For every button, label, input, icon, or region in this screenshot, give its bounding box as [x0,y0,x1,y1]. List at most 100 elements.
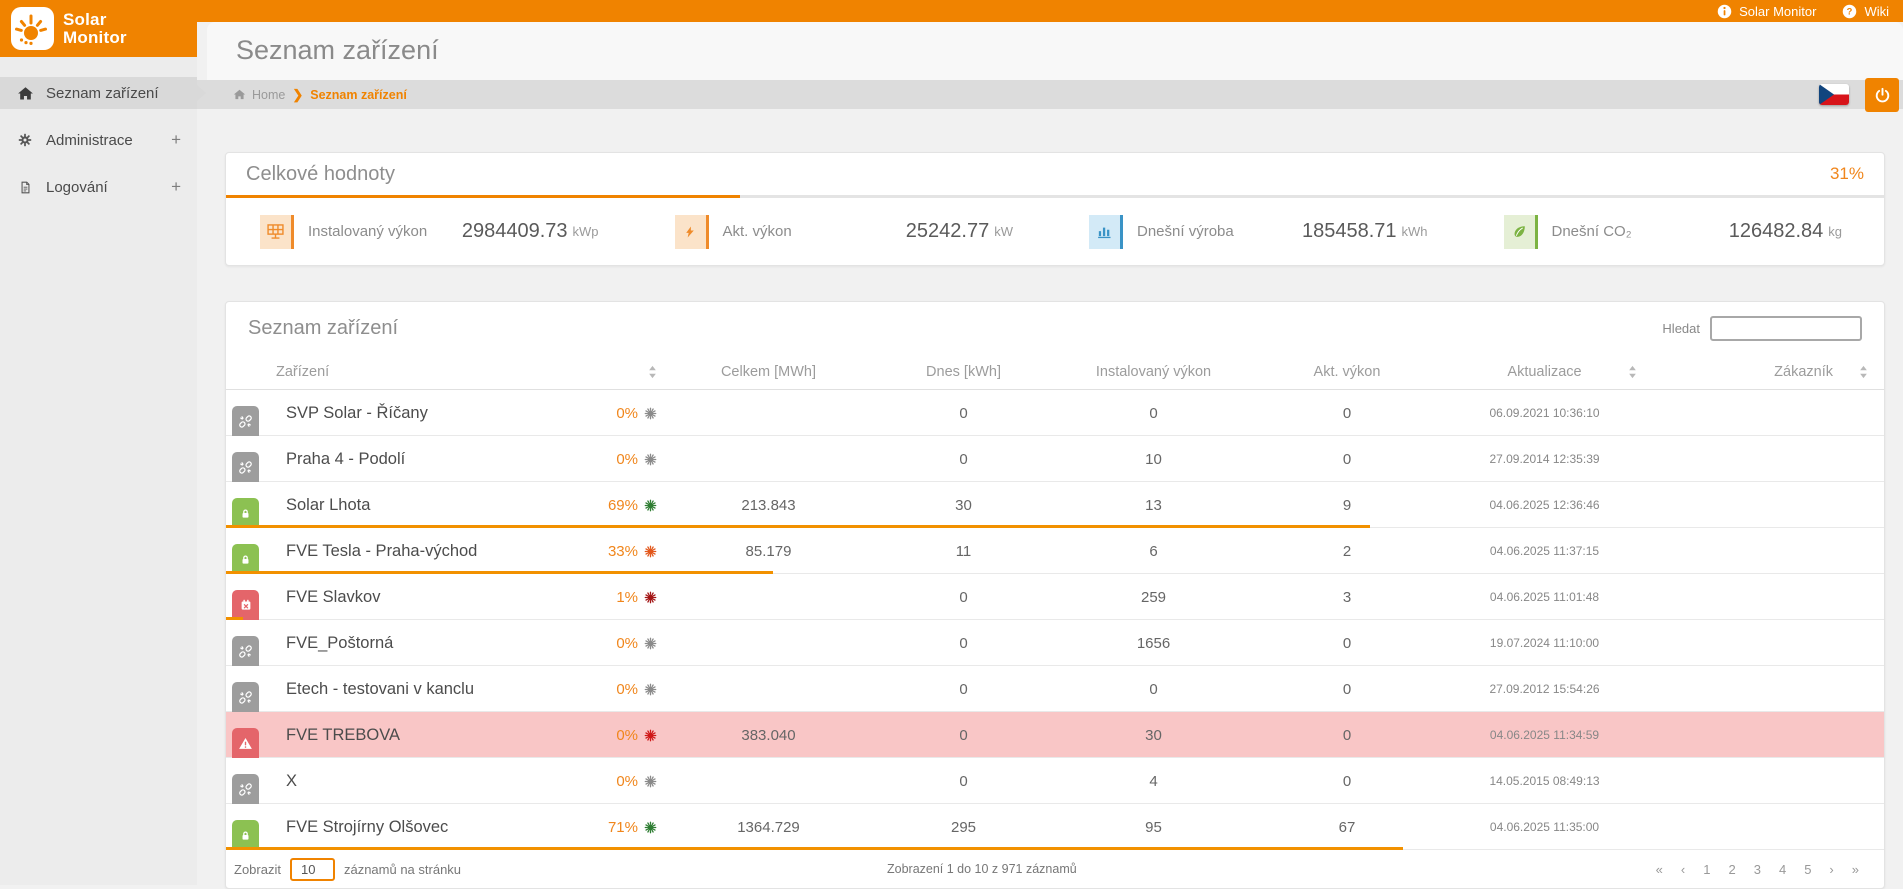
pagination-item-2[interactable]: 2 [1728,862,1735,877]
dnes-cell: 11 [871,543,1056,560]
column-header-zakaznik[interactable]: Zákazník [1646,364,1884,380]
sort-icon[interactable] [1859,365,1868,379]
dnes-cell: 0 [871,451,1056,468]
sidebar-item-label: Logování [46,179,108,196]
table-row[interactable]: Etech - testovani v kanclu0%00027.09.201… [226,666,1884,712]
stat-value: 185458.71 [1302,220,1397,243]
table-row[interactable]: SVP Solar - Říčany0%00006.09.2021 10:36:… [226,390,1884,436]
pagination-item-5[interactable]: 5 [1804,862,1811,877]
device-name[interactable]: SVP Solar - Říčany [286,404,428,423]
brand-name: Solar Monitor [63,11,127,46]
sun-status-icon [644,545,657,558]
device-cell: Solar Lhota 69% [226,482,666,528]
device-name[interactable]: Praha 4 - Podolí [286,450,405,469]
sort-icon[interactable] [1628,365,1637,379]
table-row[interactable]: FVE Tesla - Praha-východ33%85.179116204.… [226,528,1884,574]
sidebar-item-logovani[interactable]: Logování + [0,171,197,203]
column-header-zarizeni[interactable]: Zařízení [226,364,666,380]
expand-plus-icon[interactable]: + [171,130,181,150]
akt-vykon-cell: 0 [1251,405,1443,422]
page-size-input[interactable] [290,858,335,881]
device-name[interactable]: FVE TREBOVA [286,726,400,745]
pagination-item-4[interactable]: 4 [1779,862,1786,877]
instalovany-vykon-cell: 0 [1056,681,1251,698]
pagination-item-nav[interactable]: « [1656,862,1663,877]
akt-vykon-cell: 3 [1251,589,1443,606]
page-size-label: Zobrazit [234,862,281,877]
table-row[interactable]: FVE Slavkov1%0259304.06.2025 11:01:48 [226,574,1884,620]
device-percent: 69% [608,497,638,514]
column-header-dnes[interactable]: Dnes [kWh] [871,364,1056,380]
instalovany-vykon-cell: 1656 [1056,635,1251,652]
akt-vykon-cell: 0 [1251,451,1443,468]
search-label: Hledat [1662,321,1700,336]
table-row[interactable]: FVE Strojírny Olšovec71%1364.72929595670… [226,804,1884,850]
page-title: Seznam zařízení [207,22,1903,66]
pagination-item-1[interactable]: 1 [1703,862,1710,877]
stat-value: 126482.84 [1729,220,1824,243]
row-progress-bar [226,571,773,574]
device-name[interactable]: FVE Strojírny Olšovec [286,818,448,837]
breadcrumb-home[interactable]: Home [233,88,285,102]
akt-vykon-cell: 2 [1251,543,1443,560]
table-row[interactable]: X0%04014.05.2015 08:49:13 [226,758,1884,804]
pagination-item-nav[interactable]: ‹ [1681,862,1685,877]
device-name[interactable]: FVE Slavkov [286,588,380,607]
sidebar-item-seznam-zarizeni[interactable]: Seznam zařízení [0,77,197,109]
device-name[interactable]: X [286,772,297,791]
column-header-akt-vykon[interactable]: Akt. výkon [1251,364,1443,380]
dnes-cell: 0 [871,727,1056,744]
pagination-item-3[interactable]: 3 [1754,862,1761,877]
pagination-item-nav[interactable]: › [1829,862,1833,877]
akt-vykon-cell: 67 [1251,819,1443,836]
device-cell: X0% [226,758,666,804]
power-icon [1873,86,1892,105]
celkem-cell: 383.040 [666,727,871,744]
device-name[interactable]: FVE Tesla - Praha-východ [286,542,477,561]
topbar-link-wiki[interactable]: ? Wiki [1842,4,1889,19]
device-cell: FVE Strojírny Olšovec71% [226,804,666,850]
device-name[interactable]: Solar Lhota [286,496,370,515]
aktualizace-cell: 27.09.2014 12:35:39 [1443,452,1646,466]
akt-vykon-cell: 0 [1251,635,1443,652]
unlink-icon [232,636,259,666]
warning-icon [232,728,259,758]
device-percent: 0% [616,451,638,468]
language-flag-czech[interactable] [1819,84,1849,105]
instalovany-vykon-cell: 6 [1056,543,1251,560]
instalovany-vykon-cell: 259 [1056,589,1251,606]
instalovany-vykon-cell: 13 [1056,497,1251,514]
stat-value: 2984409.73 [462,220,568,243]
column-header-celkem[interactable]: Celkem [MWh] [666,364,871,380]
sun-status-icon [644,729,657,742]
dnes-cell: 0 [871,773,1056,790]
logout-power-button[interactable] [1865,78,1899,112]
device-cell: FVE TREBOVA0% [226,712,666,758]
column-header-aktualizace[interactable]: Aktualizace [1443,364,1646,380]
search-input[interactable] [1710,316,1862,341]
table-footer: Zobrazit záznamů na stránku Zobrazení 1 … [226,850,1884,888]
sidebar-item-administrace[interactable]: Administrace + [0,124,197,156]
column-header-instalovany-vykon[interactable]: Instalovaný výkon [1056,364,1251,380]
table-row[interactable]: Solar Lhota69%213.8433013904.06.2025 12:… [226,482,1884,528]
app-logo[interactable]: Solar Monitor [0,0,197,57]
device-name[interactable]: Etech - testovani v kanclu [286,680,474,699]
leaf-icon [1504,215,1538,249]
bar-chart-icon [1089,215,1123,249]
device-cell: Praha 4 - Podolí 0% [226,436,666,482]
table-row[interactable]: FVE TREBOVA0%383.040030004.06.2025 11:34… [226,712,1884,758]
sun-status-icon [644,775,657,788]
table-row[interactable]: Praha 4 - Podolí0%010027.09.2014 12:35:3… [226,436,1884,482]
table-row[interactable]: FVE_Poštorná0%01656019.07.2024 11:10:00 [226,620,1884,666]
stat-value: 25242.77 [906,220,989,243]
topbar-link-solar-monitor[interactable]: Solar Monitor [1717,4,1816,19]
sidebar-item-label: Administrace [46,132,133,149]
expand-plus-icon[interactable]: + [171,177,181,197]
device-name[interactable]: FVE_Poštorná [286,634,393,653]
akt-vykon-cell: 9 [1251,497,1443,514]
sort-icon[interactable] [648,365,657,379]
sun-status-icon [644,453,657,466]
aktualizace-cell: 27.09.2012 15:54:26 [1443,682,1646,696]
pagination-item-nav[interactable]: » [1852,862,1859,877]
device-cell: Etech - testovani v kanclu0% [226,666,666,712]
